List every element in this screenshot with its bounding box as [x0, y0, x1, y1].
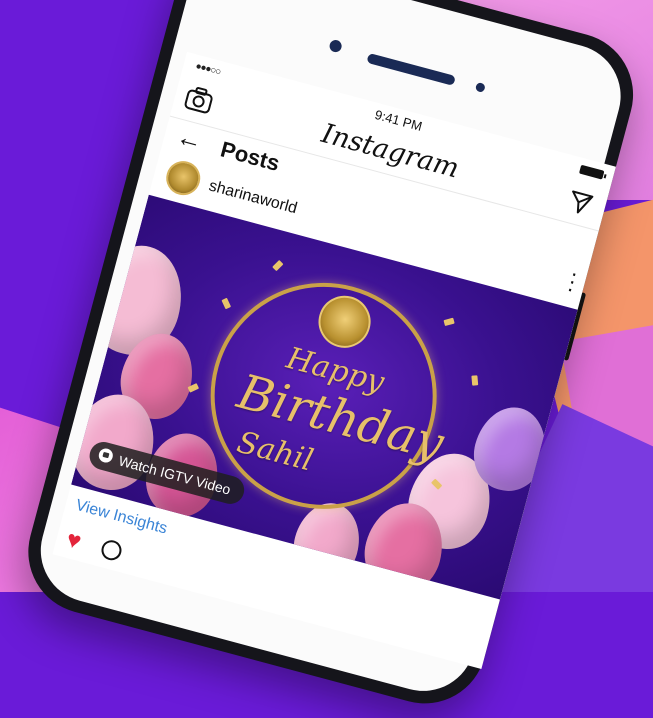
back-arrow-icon[interactable]: ←: [173, 121, 206, 158]
confetti: [443, 317, 455, 327]
avatar[interactable]: [162, 157, 205, 199]
confetti: [221, 297, 232, 310]
confetti: [471, 375, 479, 386]
balloon: [286, 495, 369, 588]
heart-icon[interactable]: ♥: [63, 526, 84, 557]
front-camera: [328, 38, 343, 54]
igtv-icon: [97, 446, 115, 465]
username[interactable]: sharinaworld: [207, 177, 299, 218]
earpiece-speaker: [366, 52, 456, 86]
more-options-icon[interactable]: · · ·: [564, 260, 582, 301]
comment-icon[interactable]: [99, 537, 124, 563]
proximity-sensor: [474, 81, 486, 93]
confetti: [272, 259, 284, 272]
